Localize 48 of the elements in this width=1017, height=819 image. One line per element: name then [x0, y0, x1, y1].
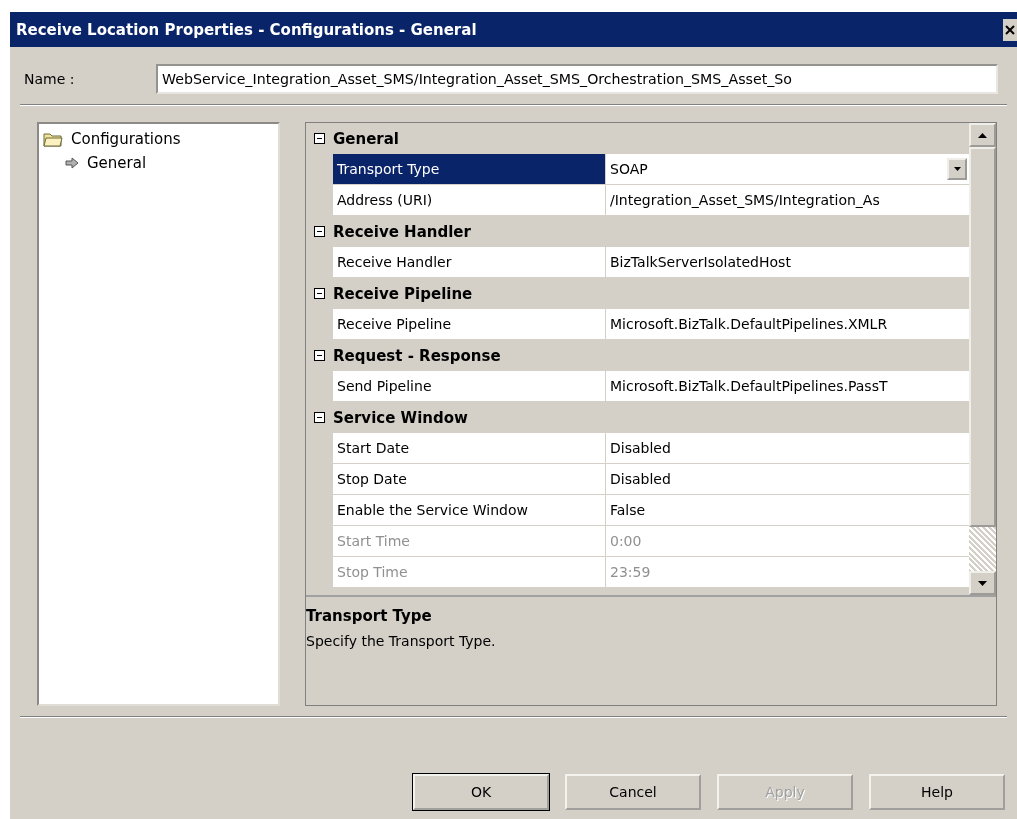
arrow-icon: [65, 157, 79, 169]
group-title: Request - Response: [333, 346, 501, 365]
tree-item[interactable]: General: [87, 154, 147, 172]
description-text: Specify the Transport Type.: [306, 633, 497, 649]
property-name[interactable]: Receive Pipeline: [333, 309, 606, 340]
property-name[interactable]: Address (URI): [333, 185, 606, 216]
property-name[interactable]: Send Pipeline: [333, 371, 606, 402]
down-arrow-icon: [978, 580, 987, 586]
tree-item[interactable]: Configurations: [71, 130, 181, 148]
collapse-icon[interactable]: [314, 133, 325, 144]
property-value[interactable]: /Integration_Asset_SMS/Integration_As: [606, 185, 969, 216]
property-value[interactable]: Microsoft.BizTalk.DefaultPipelines.XMLR: [606, 309, 969, 340]
caret-icon: [953, 167, 961, 171]
dialog-button[interactable]: Cancel: [565, 774, 701, 810]
scrollbar[interactable]: [969, 123, 996, 595]
close-button[interactable]: [1003, 18, 1017, 41]
property-name[interactable]: Stop Date: [333, 464, 606, 495]
name-field[interactable]: WebService_Integration_Asset_SMS/Integration_Asset_SMS_Orchestration_SMS_Asset_So: [156, 64, 998, 94]
property-value[interactable]: False: [606, 495, 969, 526]
collapse-icon[interactable]: [314, 288, 325, 299]
property-value[interactable]: BizTalkServerIsolatedHost: [606, 247, 969, 278]
property-name[interactable]: Start Date: [333, 433, 606, 464]
collapse-icon[interactable]: [314, 412, 325, 423]
up-arrow-icon: [978, 132, 987, 138]
dialog-button[interactable]: Help: [869, 774, 1005, 810]
property-value[interactable]: Disabled: [606, 433, 969, 464]
dropdown-button[interactable]: [947, 158, 967, 180]
property-value[interactable]: SOAP: [606, 154, 969, 185]
group-title: Receive Pipeline: [333, 284, 473, 303]
window-title: Receive Location Properties - Configurations - General: [16, 20, 477, 39]
name-label: Name :: [24, 71, 76, 87]
collapse-icon[interactable]: [314, 350, 325, 361]
property-name[interactable]: Enable the Service Window: [333, 495, 606, 526]
dialog-button[interactable]: OK: [413, 774, 549, 810]
scroll-up-button[interactable]: [969, 123, 996, 147]
property-value[interactable]: Microsoft.BizTalk.DefaultPipelines.PassT: [606, 371, 969, 402]
group-title: Service Window: [333, 408, 468, 427]
group-title: General: [333, 129, 399, 148]
folder-icon: [43, 131, 63, 147]
property-name[interactable]: Receive Handler: [333, 247, 606, 278]
scroll-down-button[interactable]: [969, 571, 996, 595]
scroll-thumb[interactable]: [969, 147, 996, 527]
group-title: Receive Handler: [333, 222, 471, 241]
description-title: Transport Type: [306, 607, 433, 625]
property-value[interactable]: Disabled: [606, 464, 969, 495]
property-name[interactable]: Transport Type: [333, 154, 606, 185]
collapse-icon[interactable]: [314, 226, 325, 237]
close-icon: [1005, 24, 1015, 35]
